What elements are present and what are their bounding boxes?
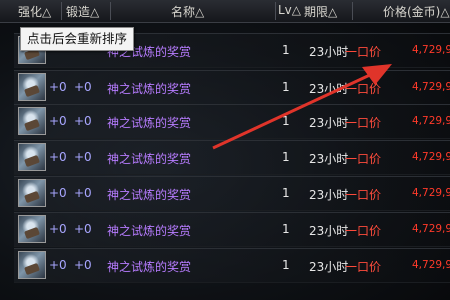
header-divider xyxy=(110,2,111,20)
item-name: 神之试炼的奖赏 xyxy=(107,260,192,274)
item-name: 神之试炼的奖赏 xyxy=(107,188,192,202)
price-type: 一口价 xyxy=(345,224,382,238)
item-icon xyxy=(18,73,46,101)
item-duration: 23小时 xyxy=(309,116,349,130)
item-duration: 23小时 xyxy=(309,224,349,238)
item-icon xyxy=(18,215,46,243)
item-level: 1 xyxy=(282,80,290,94)
item-icon xyxy=(18,143,46,171)
item-row[interactable]: +0 +0 神之试炼的奖赏 1 23小时一口价 4,729,90 xyxy=(14,212,450,247)
sort-duration-header[interactable]: 期限△ xyxy=(304,3,337,20)
item-duration: 23小时 xyxy=(309,152,349,166)
item-level: 1 xyxy=(282,222,290,236)
sort-price-header[interactable]: 价格(金币)△ xyxy=(383,3,450,20)
item-row[interactable]: +0 +0 神之试炼的奖赏 1 23小时一口价 4,729,90 xyxy=(14,176,450,211)
item-icon xyxy=(18,107,46,135)
item-level: 1 xyxy=(282,258,290,272)
enhance-value: +0 xyxy=(49,114,67,128)
item-price: 4,729,90 xyxy=(412,187,450,199)
item-level: 1 xyxy=(282,186,290,200)
enhance-value: +0 xyxy=(49,150,67,164)
item-level: 1 xyxy=(282,150,290,164)
header-divider xyxy=(275,2,276,20)
item-price: 4,729,90 xyxy=(412,223,450,235)
item-level: 1 xyxy=(282,114,290,128)
item-name: 神之试炼的奖赏 xyxy=(107,82,192,96)
item-icon xyxy=(18,179,46,207)
item-name: 神之试炼的奖赏 xyxy=(107,152,192,166)
item-name: 神之试炼的奖赏 xyxy=(107,224,192,238)
price-type: 一口价 xyxy=(345,260,382,274)
enhance-value: +0 xyxy=(49,222,67,236)
sort-tooltip: 点击后会重新排序 xyxy=(20,27,135,51)
item-duration: 23小时 xyxy=(309,45,349,59)
sort-forge-header[interactable]: 锻造△ xyxy=(66,3,99,20)
item-row[interactable]: +0 +0 神之试炼的奖赏 1 23小时一口价 4,729,90 xyxy=(14,248,450,283)
header-divider xyxy=(352,2,353,20)
header-divider xyxy=(61,2,62,20)
item-row[interactable]: +0 +0 神之试炼的奖赏 1 23小时一口价 4,729,90 xyxy=(14,70,450,105)
item-duration: 23小时 xyxy=(309,82,349,96)
item-price: 4,729,90 xyxy=(412,44,450,56)
forge-value: +0 xyxy=(74,114,92,128)
item-price: 4,729,90 xyxy=(412,81,450,93)
item-icon xyxy=(18,251,46,279)
auction-list-panel: 强化△ 锻造△ 名称△ Lv△ 期限△ 价格(金币)△ 点击后会重新排序 神之试… xyxy=(0,0,450,300)
price-type: 一口价 xyxy=(345,82,382,96)
forge-value: +0 xyxy=(74,258,92,272)
price-type: 一口价 xyxy=(345,188,382,202)
enhance-value: +0 xyxy=(49,258,67,272)
enhance-value: +0 xyxy=(49,186,67,200)
forge-value: +0 xyxy=(74,222,92,236)
item-price: 4,729,90 xyxy=(412,151,450,163)
sort-name-header[interactable]: 名称△ xyxy=(171,3,204,20)
enhance-value: +0 xyxy=(49,80,67,94)
item-level: 1 xyxy=(282,43,290,57)
forge-value: +0 xyxy=(74,150,92,164)
forge-value: +0 xyxy=(74,80,92,94)
item-price: 4,729,90 xyxy=(412,259,450,271)
sort-level-header[interactable]: Lv△ xyxy=(278,3,301,17)
forge-value: +0 xyxy=(74,186,92,200)
sort-enhance-header[interactable]: 强化△ xyxy=(18,3,51,20)
item-duration: 23小时 xyxy=(309,188,349,202)
price-type: 一口价 xyxy=(345,152,382,166)
price-type: 一口价 xyxy=(345,45,382,59)
item-name: 神之试炼的奖赏 xyxy=(107,116,192,130)
item-row[interactable]: +0 +0 神之试炼的奖赏 1 23小时一口价 4,729,90 xyxy=(14,140,450,175)
item-price: 4,729,90 xyxy=(412,115,450,127)
item-row[interactable]: +0 +0 神之试炼的奖赏 1 23小时一口价 4,729,90 xyxy=(14,104,450,139)
column-header-bar: 强化△ 锻造△ 名称△ Lv△ 期限△ 价格(金币)△ xyxy=(0,0,450,23)
price-type: 一口价 xyxy=(345,116,382,130)
item-duration: 23小时 xyxy=(309,260,349,274)
